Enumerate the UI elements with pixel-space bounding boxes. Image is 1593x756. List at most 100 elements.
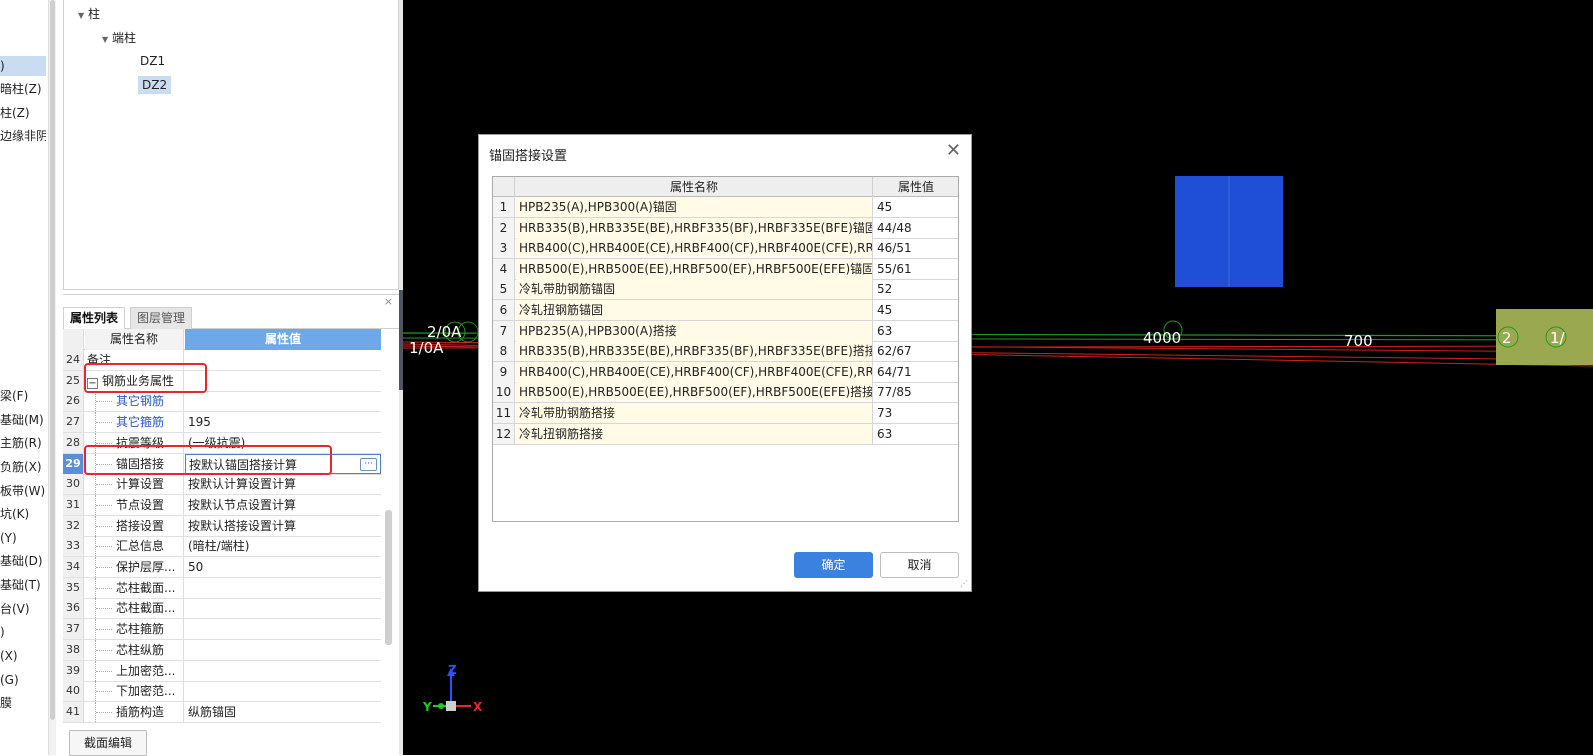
resize-grip-icon[interactable]: ⋰ xyxy=(960,579,968,588)
grid-row[interactable]: 5 冷轧带肋钢筋锚固 52 xyxy=(493,279,958,301)
chevron-down-icon[interactable]: ▼ xyxy=(78,6,88,26)
grid-property-value[interactable]: 46/51 xyxy=(874,238,958,258)
close-icon[interactable]: ✕ xyxy=(946,141,961,161)
row-number: 33 xyxy=(63,536,84,557)
property-row[interactable]: 27 其它箍筋 195 xyxy=(63,412,381,434)
grid-row[interactable]: 9 HRB400(C),HRB400E(CE),HRBF400(CF),HRBF4… xyxy=(493,361,958,383)
property-name-text: 保护层厚... xyxy=(116,560,176,574)
grid-property-value[interactable]: 45 xyxy=(874,300,958,320)
tree-node[interactable]: ▼ 端柱 xyxy=(102,28,136,48)
property-row[interactable]: 40 下加密范... xyxy=(63,681,381,703)
chevron-down-icon[interactable]: ▼ xyxy=(102,30,112,50)
grid-property-value[interactable]: 55/61 xyxy=(874,259,958,279)
property-value[interactable] xyxy=(185,619,381,639)
property-value[interactable] xyxy=(185,661,381,681)
grid-row[interactable]: 1 HPB235(A),HPB300(A)锚固 45 xyxy=(493,197,958,218)
grid-row[interactable]: 2 HRB335(B),HRB335E(BE),HRBF335(BF),HRBF3… xyxy=(493,217,958,239)
grid-row-number: 7 xyxy=(493,320,515,341)
property-value[interactable] xyxy=(185,578,381,598)
category-item[interactable]: 基础(T) xyxy=(0,575,46,595)
category-item[interactable]: 梁(F) xyxy=(0,386,46,406)
category-list-scrollbar[interactable] xyxy=(48,0,56,755)
property-value[interactable] xyxy=(185,598,381,618)
category-item[interactable]: 基础(M) xyxy=(0,410,46,430)
property-row[interactable]: 36 芯柱截面... xyxy=(63,598,381,620)
property-value[interactable] xyxy=(185,640,381,660)
property-name: 插筋构造 xyxy=(85,701,184,722)
grid-row[interactable]: 12 冷轧扭钢筋搭接 63 xyxy=(493,423,958,445)
property-value[interactable]: 195 xyxy=(185,412,381,432)
property-value-text: 按默认计算设置计算 xyxy=(188,477,297,492)
tab-layer-management[interactable]: 图层管理 xyxy=(130,307,193,329)
property-row[interactable]: 30 计算设置 按默认计算设置计算 xyxy=(63,474,381,496)
category-item[interactable]: (G) xyxy=(0,670,46,690)
category-item[interactable]: ) xyxy=(0,622,46,642)
category-item[interactable]: 台(V) xyxy=(0,599,46,619)
grid-property-value[interactable]: 62/67 xyxy=(874,341,958,361)
grid-row[interactable]: 8 HRB335(B),HRB335E(BE),HRBF335(BF),HRBF3… xyxy=(493,341,958,363)
grid-row[interactable]: 7 HPB235(A),HPB300(A)搭接 63 xyxy=(493,320,958,342)
grid-property-value[interactable]: 44/48 xyxy=(874,218,958,238)
grid-property-value[interactable]: 45 xyxy=(874,197,958,217)
section-edit-button[interactable]: 截面编辑 xyxy=(69,730,147,756)
property-value[interactable] xyxy=(185,371,381,391)
property-row[interactable]: 41 插筋构造 纵筋锚固 xyxy=(63,701,381,723)
property-value[interactable]: 50 xyxy=(185,557,381,577)
property-name-text: 计算设置 xyxy=(116,477,165,492)
grid-property-value[interactable]: 64/71 xyxy=(874,362,958,382)
category-item[interactable]: 边缘非阴 xyxy=(0,126,46,146)
property-value[interactable] xyxy=(185,350,381,370)
tab-property-list[interactable]: 属性列表 xyxy=(63,307,126,329)
property-row[interactable]: 31 节点设置 按默认节点设置计算 xyxy=(63,494,381,516)
property-value[interactable] xyxy=(185,681,381,701)
property-value[interactable]: (暗柱/端柱) xyxy=(185,536,381,556)
category-item[interactable]: (Y) xyxy=(0,528,46,548)
category-item[interactable]: (X) xyxy=(0,646,46,666)
tree-node[interactable]: ▼ 柱 xyxy=(78,4,100,24)
category-item[interactable]: ) xyxy=(0,56,46,76)
grid-row[interactable]: 6 冷轧扭钢筋锚固 45 xyxy=(493,300,958,321)
property-row[interactable]: 37 芯柱箍筋 xyxy=(63,619,381,641)
ellipsis-button[interactable]: ··· xyxy=(360,457,377,471)
category-item[interactable]: 主筋(R) xyxy=(0,433,46,453)
grid-property-value[interactable]: 63 xyxy=(874,424,958,444)
category-item[interactable]: 板带(W) xyxy=(0,481,46,501)
tree-guide xyxy=(95,412,113,433)
category-item[interactable]: 柱(Z) xyxy=(0,103,46,123)
property-value[interactable]: 按默认计算设置计算 xyxy=(185,474,381,494)
property-value[interactable]: 纵筋锚固 xyxy=(185,702,381,722)
grid-property-value[interactable]: 52 xyxy=(874,279,958,299)
grid-row[interactable]: 3 HRB400(C),HRB400E(CE),HRBF400(CF),HRBF4… xyxy=(493,238,958,260)
grid-property-value[interactable]: 77/85 xyxy=(874,382,958,402)
tree-node[interactable]: DZ1 xyxy=(140,51,165,71)
property-row[interactable]: 35 芯柱截面... xyxy=(63,577,381,599)
cancel-button[interactable]: 取消 xyxy=(880,552,959,578)
grid-property-value[interactable]: 73 xyxy=(874,403,958,423)
grid-row[interactable]: 10 HRB500(E),HRB500E(EE),HRBF500(EF),HRBF… xyxy=(493,382,958,404)
tree-node[interactable]: DZ2 xyxy=(138,75,172,95)
category-item[interactable]: 膜 xyxy=(0,693,46,713)
grid-row[interactable]: 4 HRB500(E),HRB500E(EE),HRBF500(EF),HRBF5… xyxy=(493,258,958,280)
property-row[interactable]: 32 搭接设置 按默认搭接设置计算 xyxy=(63,515,381,537)
property-value[interactable]: 按默认搭接设置计算 xyxy=(185,516,381,536)
category-item[interactable]: 负筋(X) xyxy=(0,457,46,477)
property-row[interactable]: 26 其它钢筋 xyxy=(63,391,381,413)
property-value[interactable] xyxy=(185,391,381,411)
header-corner xyxy=(63,329,84,350)
property-row[interactable]: 34 保护层厚... 50 xyxy=(63,557,381,578)
property-name-text: 节点设置 xyxy=(116,497,165,512)
ok-button[interactable]: 确定 xyxy=(794,552,873,578)
property-value[interactable]: 按默认节点设置计算 xyxy=(185,495,381,515)
category-item[interactable]: 暗柱(Z) xyxy=(0,79,46,99)
property-value-text: 纵筋锚固 xyxy=(188,704,237,719)
grid-property-value[interactable]: 63 xyxy=(874,321,958,341)
property-row[interactable]: 33 汇总信息 (暗柱/端柱) xyxy=(63,536,381,558)
property-row[interactable]: 39 上加密范... xyxy=(63,660,381,682)
grid-row[interactable]: 11 冷轧带肋钢筋搭接 73 xyxy=(493,403,958,424)
category-item[interactable]: 坑(K) xyxy=(0,504,46,524)
grid-row-number: 10 xyxy=(493,382,515,403)
category-item[interactable]: 基础(D) xyxy=(0,551,46,571)
property-table-scrollbar[interactable] xyxy=(385,510,392,645)
property-row[interactable]: 38 芯柱纵筋 xyxy=(63,639,381,661)
scrollbar-thumb[interactable] xyxy=(50,0,55,720)
